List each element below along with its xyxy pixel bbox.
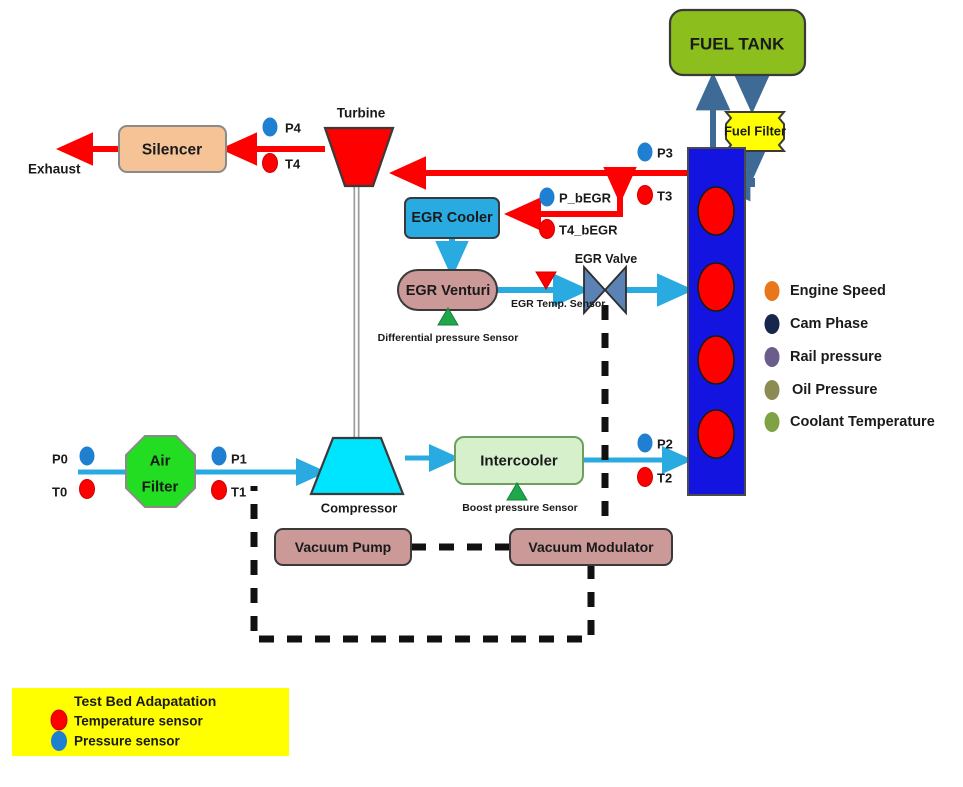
turbine-node[interactable] (323, 126, 395, 188)
ecu-legend-dot-coolant-temperature (764, 412, 780, 432)
ecu-legend-dot-oil-pressure (764, 380, 780, 400)
pressure-sensor-p3-marker (637, 142, 653, 162)
sensor-tag-p2: P2 (657, 437, 673, 452)
temperature-sensor-t1-marker (211, 480, 227, 500)
ecu-legend-dot-rail-pressure (764, 347, 780, 367)
sensor-tag-p-begr: P_bEGR (559, 191, 612, 206)
temperature-sensor-t4-begr-marker (539, 219, 555, 239)
cylinder-4 (697, 409, 735, 459)
pressure-sensor-p2-marker (637, 433, 653, 453)
ecu-legend-dot-cam-phase (764, 314, 780, 334)
sensor-tag-p0: P0 (52, 452, 68, 467)
cylinder-1 (697, 186, 735, 236)
exhaust-outlet-label: Exhaust (28, 162, 81, 177)
air-filter-label-line2: Filter (142, 479, 179, 496)
pressure-sensor-p0-marker (79, 446, 95, 466)
sensor-tag-t1: T1 (231, 485, 246, 500)
turbocharger-shaft (353, 185, 360, 439)
turbine-label: Turbine (337, 106, 386, 121)
temperature-sensor-t4-marker (262, 153, 278, 173)
ecu-legend-label-engine-speed: Engine Speed (790, 283, 886, 299)
intercooler-label: Intercooler (480, 453, 558, 470)
pressure-sensor-p4-marker (262, 117, 278, 137)
vacuum-modulator-label: Vacuum Modulator (528, 539, 654, 555)
boost-pressure-sensor-marker (506, 482, 528, 501)
sensor-tag-p1: P1 (231, 452, 247, 467)
egr-temp-sensor-marker (535, 271, 557, 290)
sensor-tag-t3: T3 (657, 189, 672, 204)
cylinder-3 (697, 335, 735, 385)
temperature-sensor-t3-marker (637, 185, 653, 205)
egr-temp-sensor-label: EGR Temp. Sensor (511, 298, 605, 310)
differential-pressure-sensor-label: Differential pressure Sensor (378, 332, 519, 344)
sensor-tag-t0: T0 (52, 485, 67, 500)
sensor-tag-t4: T4 (285, 157, 301, 172)
sensor-tag-p4: P4 (285, 121, 302, 136)
egr-cooler-label: EGR Cooler (411, 210, 493, 226)
temperature-sensor-t2-marker (637, 467, 653, 487)
testbed-legend-label-pressure: Pressure sensor (74, 734, 181, 749)
ecu-legend-label-cam-phase: Cam Phase (790, 316, 868, 332)
boost-pressure-sensor-label: Boost pressure Sensor (462, 502, 578, 514)
compressor-label: Compressor (321, 501, 398, 516)
fuel-filter-label: Fuel Filter (724, 124, 786, 139)
sensor-tag-t2: T2 (657, 471, 672, 486)
diagram-canvas: FUEL TANK Fuel Filter Silencer Turbine C… (12, 8, 935, 756)
egr-venturi-label: EGR Venturi (406, 283, 491, 299)
testbed-legend-title: Test Bed Adapatation (74, 693, 216, 709)
testbed-legend-dot-temperature (50, 709, 68, 731)
egr-valve-label: EGR Valve (575, 252, 638, 266)
air-filter-label-line1: Air (150, 453, 171, 470)
air-filter-node[interactable] (125, 435, 196, 508)
vacuum-pump-label: Vacuum Pump (295, 539, 391, 555)
sensor-tag-p3: P3 (657, 146, 673, 161)
testbed-legend-dot-pressure (51, 731, 67, 751)
engine-schematic-diagram: FUEL TANK Fuel Filter Silencer Turbine C… (0, 0, 963, 787)
compressor-node[interactable] (309, 436, 405, 496)
sensor-tag-t4-begr: T4_bEGR (559, 223, 618, 238)
fuel-tank-label: FUEL TANK (690, 35, 785, 54)
silencer-label: Silencer (142, 142, 202, 159)
ecu-legend-label-oil-pressure: Oil Pressure (792, 382, 877, 398)
engine-block-node[interactable] (687, 147, 746, 496)
pressure-sensor-p1-marker (211, 446, 227, 466)
cylinder-2 (697, 262, 735, 312)
temperature-sensor-t0-marker (79, 479, 95, 499)
ecu-legend-label-coolant-temperature: Coolant Temperature (790, 414, 935, 430)
pressure-sensor-p-begr-marker (539, 187, 555, 207)
ecu-legend-dot-engine-speed (764, 281, 780, 301)
ecu-legend-label-rail-pressure: Rail pressure (790, 349, 882, 365)
testbed-legend-label-temperature: Temperature sensor (74, 714, 204, 729)
